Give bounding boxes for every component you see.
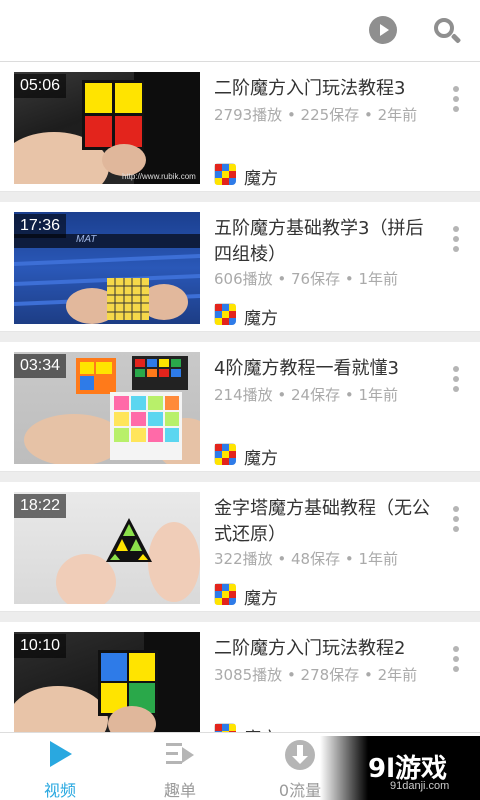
channel-avatar: [214, 303, 236, 325]
channel-name[interactable]: 魔方: [244, 164, 278, 189]
channel-name[interactable]: 魔方: [244, 724, 278, 732]
video-list: 05:06 http://www.rubik.com 二阶魔方入门玩法教程3 2…: [0, 62, 480, 732]
video-title[interactable]: 五阶魔方基础教学3（拼后四组棱）: [214, 216, 432, 268]
channel-avatar: [214, 443, 236, 465]
video-duration: 03:34: [14, 354, 67, 378]
search-icon[interactable]: [432, 16, 462, 46]
video-duration: 17:36: [14, 214, 67, 238]
video-card[interactable]: 05:06 http://www.rubik.com 二阶魔方入门玩法教程3 2…: [0, 62, 480, 192]
channel-name[interactable]: 魔方: [244, 584, 278, 609]
tab-video[interactable]: 视频: [12, 733, 108, 800]
video-title[interactable]: 4阶魔方教程一看就懂3: [214, 356, 432, 382]
more-options-icon[interactable]: [452, 506, 460, 536]
video-thumbnail[interactable]: 10:10: [14, 632, 200, 732]
channel-name[interactable]: 魔方: [244, 304, 278, 329]
video-duration: 05:06: [14, 74, 67, 98]
more-options-icon[interactable]: [452, 366, 460, 396]
site-watermark: 9l游戏 91danji.com: [320, 736, 480, 800]
channel-name[interactable]: 魔方: [244, 444, 278, 469]
video-title[interactable]: 金字塔魔方基础教程（无公式还原）: [214, 496, 432, 548]
video-card[interactable]: 18:22 金字塔魔方基础教程（无公式还原） 322播放 • 48保存 • 1年…: [0, 482, 480, 612]
more-options-icon[interactable]: [452, 226, 460, 256]
video-duration: 18:22: [14, 494, 67, 518]
video-card[interactable]: 10:10 二阶魔方入门玩法教程2 3085播放 • 278保存 • 2年前 魔…: [0, 622, 480, 732]
video-meta: 2793播放 • 225保存 • 2年前: [214, 106, 418, 124]
video-thumbnail[interactable]: 18:22: [14, 492, 200, 604]
video-title[interactable]: 二阶魔方入门玩法教程2: [214, 636, 432, 662]
video-thumbnail[interactable]: 17:36 MAT: [14, 212, 200, 324]
video-card[interactable]: 17:36 MAT 五阶魔方基础教学3（拼后四组棱） 606播放 • 76保存 …: [0, 202, 480, 332]
channel-avatar: [214, 583, 236, 605]
top-bar: [0, 0, 480, 62]
watermark-url: 91danji.com: [390, 780, 450, 792]
video-thumbnail[interactable]: 03:34: [14, 352, 200, 464]
play-triangle-icon: [50, 741, 72, 767]
playlist-icon: [166, 743, 194, 764]
tab-label: 视频: [43, 781, 76, 800]
thumbnail-watermark: MAT: [76, 234, 97, 245]
tab-playlist[interactable]: 趣单: [132, 733, 228, 800]
more-options-icon[interactable]: [452, 86, 460, 116]
video-duration: 10:10: [14, 634, 67, 658]
channel-avatar: [214, 723, 236, 732]
video-meta: 606播放 • 76保存 • 1年前: [214, 270, 399, 288]
video-card[interactable]: 03:34 4阶魔方教程一看就懂3 214播放 • 24保存 • 1年前 魔方: [0, 342, 480, 472]
video-meta: 214播放 • 24保存 • 1年前: [214, 386, 399, 404]
video-thumbnail[interactable]: 05:06 http://www.rubik.com: [14, 72, 200, 184]
video-title[interactable]: 二阶魔方入门玩法教程3: [214, 76, 432, 102]
tab-label: 趣单: [163, 781, 196, 800]
play-circle-icon[interactable]: [369, 16, 397, 44]
video-meta: 3085播放 • 278保存 • 2年前: [214, 666, 418, 684]
more-options-icon[interactable]: [452, 646, 460, 676]
video-meta: 322播放 • 48保存 • 1年前: [214, 550, 399, 568]
thumbnail-watermark: http://www.rubik.com: [122, 172, 196, 181]
channel-avatar: [214, 163, 236, 185]
